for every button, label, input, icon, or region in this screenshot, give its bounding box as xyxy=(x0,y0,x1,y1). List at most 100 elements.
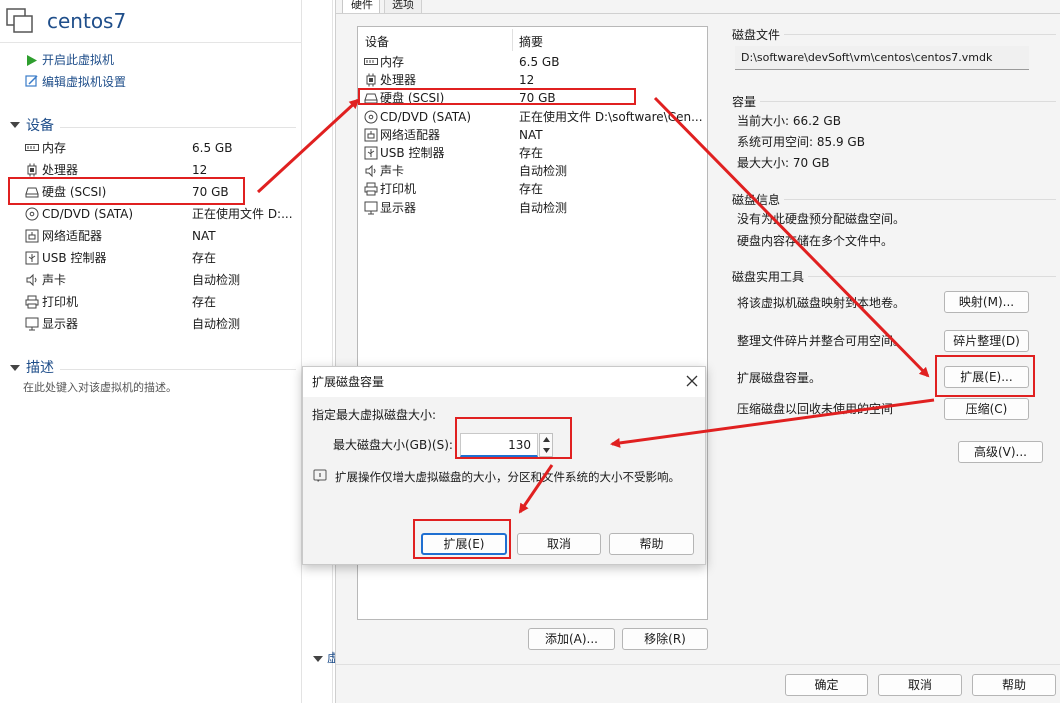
tab-options[interactable]: 选项 xyxy=(384,0,422,13)
device-name: 打印机 xyxy=(380,182,417,197)
table-header-device[interactable]: 设备 xyxy=(365,34,389,50)
usb-icon xyxy=(364,146,378,160)
collapse-arrow-icon[interactable] xyxy=(313,655,323,663)
capacity-current: 当前大小: 66.2 GB xyxy=(737,114,841,128)
left-device-row-processor[interactable]: 处理器 12 xyxy=(20,161,295,179)
collapse-arrow-icon[interactable] xyxy=(10,121,20,129)
dialog-title: 扩展磁盘容量 xyxy=(312,375,385,389)
compact-button[interactable]: 压缩(C) xyxy=(944,398,1029,420)
defragment-button[interactable]: 碎片整理(D) xyxy=(944,330,1029,352)
table-row-usb-controller[interactable]: USB 控制器 存在 xyxy=(361,145,704,162)
printer-icon xyxy=(25,295,39,309)
device-summary: 存在 xyxy=(519,146,544,160)
table-row-processor[interactable]: 处理器 12 xyxy=(361,72,704,89)
disk-info-title: 磁盘信息 xyxy=(732,193,781,207)
hard-disk-icon xyxy=(364,93,378,104)
left-device-row-memory[interactable]: 内存 6.5 GB xyxy=(20,139,295,157)
info-icon xyxy=(313,469,327,482)
left-device-row-printer[interactable]: 打印机 存在 xyxy=(20,293,295,311)
left-device-row-sound-card[interactable]: 声卡 自动检测 xyxy=(20,271,295,289)
edit-settings-icon xyxy=(25,75,38,87)
device-summary: NAT xyxy=(519,127,543,142)
size-spin-buttons[interactable] xyxy=(539,433,553,457)
left-device-row-hard-disk[interactable]: 硬盘 (SCSI) 70 GB xyxy=(20,183,295,201)
device-name: 网络适配器 xyxy=(42,229,103,243)
help-button[interactable]: 帮助 xyxy=(972,674,1056,696)
device-name: 内存 xyxy=(380,55,405,69)
memory-icon xyxy=(364,58,378,65)
remove-device-button[interactable]: 移除(R) xyxy=(622,628,708,650)
device-name: 声卡 xyxy=(42,273,67,287)
device-summary: 12 xyxy=(192,163,208,177)
network-adapter-icon xyxy=(25,229,39,243)
monitor-icon xyxy=(364,201,378,215)
spin-up-icon[interactable] xyxy=(543,437,550,442)
defragment-description: 整理文件碎片并整合可用空间。 xyxy=(737,334,906,348)
cd-dvd-icon xyxy=(25,207,39,221)
devices-heading: 设备 xyxy=(26,118,54,134)
map-button[interactable]: 映射(M)... xyxy=(944,291,1029,313)
table-header-summary[interactable]: 摘要 xyxy=(519,34,543,50)
dialog-note: 扩展操作仅增大虚拟磁盘的大小，分区和文件系统的大小不受影响。 xyxy=(335,470,680,484)
spin-down-icon[interactable] xyxy=(543,448,550,453)
expand-button[interactable]: 扩展(E)... xyxy=(944,366,1029,388)
device-summary: 自动检测 xyxy=(519,164,568,179)
settings-dialog: 硬件 选项 设备 摘要 内存 6.5 GB 处理器 12 硬盘 (SCSI) 70 GB C… xyxy=(335,0,1060,703)
table-row-memory[interactable]: 内存 6.5 GB xyxy=(361,54,704,71)
compact-description: 压缩磁盘以回收未使用的空间 xyxy=(737,402,894,416)
middle-strip xyxy=(303,0,335,703)
ok-button[interactable]: 确定 xyxy=(785,674,868,696)
left-device-row-display[interactable]: 显示器 自动检测 xyxy=(20,315,295,333)
vm-title: centos7 xyxy=(47,9,127,33)
middle-strip-line xyxy=(332,0,333,703)
disk-file-path-field[interactable]: D:\software\devSoft\vm\centos\centos7.vm… xyxy=(735,46,1029,70)
left-device-row-cd-dvd[interactable]: CD/DVD (SATA) 正在使用文件 D:... xyxy=(20,205,295,223)
cancel-button[interactable]: 取消 xyxy=(878,674,962,696)
dialog-cancel-button[interactable]: 取消 xyxy=(517,533,601,555)
left-device-row-network-adapter[interactable]: 网络适配器 NAT xyxy=(20,227,295,245)
description-placeholder[interactable]: 在此处键入对该虚拟机的描述。 xyxy=(23,380,177,396)
add-device-button[interactable]: 添加(A)... xyxy=(528,628,615,650)
max-size-label: 最大磁盘大小(GB)(S): xyxy=(333,438,453,452)
left-panel: centos7 开启此虚拟机 编辑虚拟机设置 设备 内存 6.5 GB 处理器 12 硬… xyxy=(0,0,302,703)
table-row-network-adapter[interactable]: 网络适配器 NAT xyxy=(361,127,704,144)
device-name: 硬盘 (SCSI) xyxy=(380,91,445,106)
collapse-arrow-icon[interactable] xyxy=(10,364,20,372)
table-row-printer[interactable]: 打印机 存在 xyxy=(361,181,704,198)
device-name: 处理器 xyxy=(380,73,417,88)
device-name: 硬盘 (SCSI) xyxy=(42,185,107,199)
device-summary: 存在 xyxy=(519,182,544,197)
tab-hardware[interactable]: 硬件 xyxy=(342,0,380,14)
device-summary: 存在 xyxy=(192,295,217,309)
device-name: USB 控制器 xyxy=(42,251,107,265)
disk-info-line-2: 硬盘内容存储在多个文件中。 xyxy=(737,234,894,248)
description-heading: 描述 xyxy=(26,360,54,376)
device-summary: 正在使用文件 D:\software\Cen... xyxy=(519,109,703,124)
device-name: CD/DVD (SATA) xyxy=(42,207,134,221)
device-summary: NAT xyxy=(192,229,216,243)
dialog-expand-button[interactable]: 扩展(E) xyxy=(421,533,507,555)
capacity-max: 最大大小: 70 GB xyxy=(737,156,830,170)
close-icon[interactable] xyxy=(686,375,698,387)
edit-settings-link[interactable]: 编辑虚拟机设置 xyxy=(42,74,126,90)
left-device-row-usb-controller[interactable]: USB 控制器 存在 xyxy=(20,249,295,267)
truncated-heading: 虚 xyxy=(327,651,335,665)
table-row-hard-disk[interactable]: 硬盘 (SCSI) 70 GB xyxy=(361,90,704,107)
expand-description: 扩展磁盘容量。 xyxy=(737,371,822,385)
advanced-button[interactable]: 高级(V)... xyxy=(958,441,1043,463)
device-summary: 自动检测 xyxy=(192,273,241,287)
device-summary: 正在使用文件 D:... xyxy=(192,207,293,221)
table-row-cd-dvd[interactable]: CD/DVD (SATA) 正在使用文件 D:\software\Cen... xyxy=(361,109,704,126)
table-row-display[interactable]: 显示器 自动检测 xyxy=(361,200,704,217)
device-summary: 12 xyxy=(519,73,535,88)
device-name: 内存 xyxy=(42,141,67,155)
disk-utilities-title: 磁盘实用工具 xyxy=(732,270,805,284)
capacity-title: 容量 xyxy=(732,95,757,109)
device-name: 打印机 xyxy=(42,295,79,309)
device-summary: 存在 xyxy=(192,251,217,265)
hard-disk-icon xyxy=(25,187,39,198)
table-row-sound-card[interactable]: 声卡 自动检测 xyxy=(361,163,704,180)
power-on-link[interactable]: 开启此虚拟机 xyxy=(42,52,114,68)
max-size-input[interactable]: 130 xyxy=(460,433,538,457)
dialog-help-button[interactable]: 帮助 xyxy=(609,533,694,555)
